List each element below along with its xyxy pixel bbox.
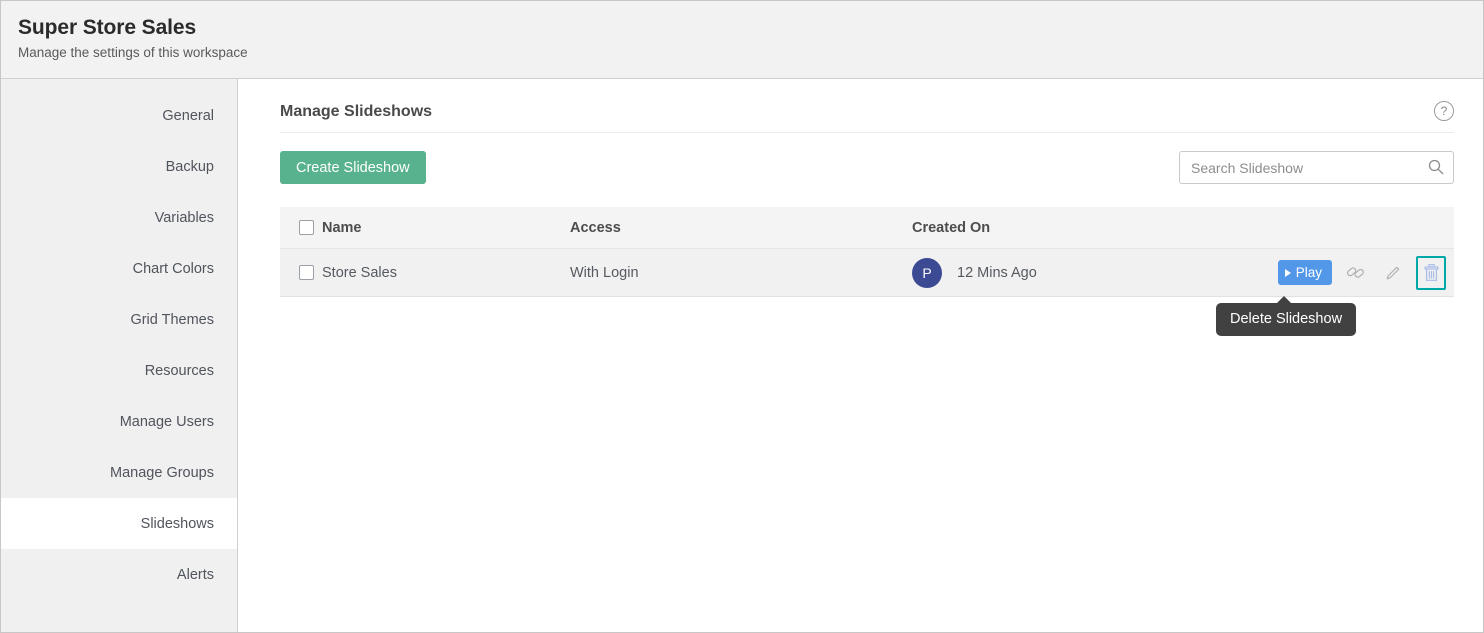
sidebar-item-chart-colors[interactable]: Chart Colors (1, 243, 237, 294)
sidebar-item-manage-groups[interactable]: Manage Groups (1, 447, 237, 498)
create-slideshow-button[interactable]: Create Slideshow (280, 151, 426, 184)
main-content: Manage Slideshows ? Create Slideshow (238, 79, 1484, 632)
chain-link-icon[interactable] (1340, 258, 1370, 288)
row-actions: Play (1254, 256, 1454, 290)
search-input[interactable] (1179, 151, 1454, 184)
table-row: Store Sales With Login P 12 Mins Ago Pla… (280, 249, 1454, 297)
slideshows-table: Name Access Created On Store Sales With … (280, 207, 1454, 297)
delete-slideshow-tooltip: Delete Slideshow (1216, 303, 1356, 336)
sidebar-item-general[interactable]: General (1, 90, 237, 141)
select-all-checkbox[interactable] (299, 220, 314, 235)
column-header-created-on: Created On (912, 220, 1254, 236)
page-title: Manage Slideshows (280, 103, 432, 121)
search-icon[interactable] (1428, 159, 1444, 175)
column-header-name: Name (322, 220, 570, 236)
select-all-cell (280, 220, 322, 235)
sidebar-item-label: Manage Groups (110, 465, 214, 481)
sidebar-item-grid-themes[interactable]: Grid Themes (1, 294, 237, 345)
question-mark-icon[interactable]: ? (1434, 101, 1454, 121)
avatar: P (912, 258, 942, 288)
sidebar-item-label: Alerts (177, 567, 214, 583)
sidebar-item-label: Resources (145, 363, 214, 379)
play-label: Play (1296, 265, 1322, 280)
workspace-title: Super Store Sales (18, 14, 1483, 42)
cell-name[interactable]: Store Sales (322, 265, 570, 281)
column-header-access: Access (570, 220, 912, 236)
created-on-text: 12 Mins Ago (957, 265, 1037, 281)
page-body: General Backup Variables Chart Colors Gr… (1, 79, 1483, 632)
sidebar-item-backup[interactable]: Backup (1, 141, 237, 192)
cell-access: With Login (570, 265, 912, 281)
sidebar-item-manage-users[interactable]: Manage Users (1, 396, 237, 447)
search-container (1179, 151, 1454, 184)
row-checkbox[interactable] (299, 265, 314, 280)
section-header: Manage Slideshows ? (280, 79, 1454, 133)
sidebar-item-label: Variables (155, 210, 214, 226)
row-select-cell (280, 265, 322, 280)
trash-icon[interactable] (1416, 256, 1446, 290)
toolbar: Create Slideshow (280, 151, 1454, 184)
settings-page: Super Store Sales Manage the settings of… (0, 0, 1484, 633)
sidebar-item-label: Grid Themes (130, 312, 214, 328)
sidebar-item-label: Manage Users (120, 414, 214, 430)
sidebar-item-slideshows[interactable]: Slideshows (1, 498, 237, 549)
sidebar-item-variables[interactable]: Variables (1, 192, 237, 243)
sidebar-item-resources[interactable]: Resources (1, 345, 237, 396)
settings-sidebar: General Backup Variables Chart Colors Gr… (1, 79, 238, 632)
page-header: Super Store Sales Manage the settings of… (1, 1, 1483, 79)
table-header-row: Name Access Created On (280, 207, 1454, 249)
cell-created-on: P 12 Mins Ago (912, 258, 1254, 288)
sidebar-item-label: Chart Colors (133, 261, 214, 277)
sidebar-item-label: Slideshows (141, 516, 214, 532)
sidebar-item-alerts[interactable]: Alerts (1, 549, 237, 600)
workspace-subtitle: Manage the settings of this workspace (18, 43, 1483, 63)
play-triangle-icon (1285, 269, 1291, 277)
sidebar-item-label: Backup (166, 159, 214, 175)
sidebar-item-label: General (162, 108, 214, 124)
pencil-icon[interactable] (1378, 258, 1408, 288)
play-button[interactable]: Play (1278, 260, 1332, 285)
